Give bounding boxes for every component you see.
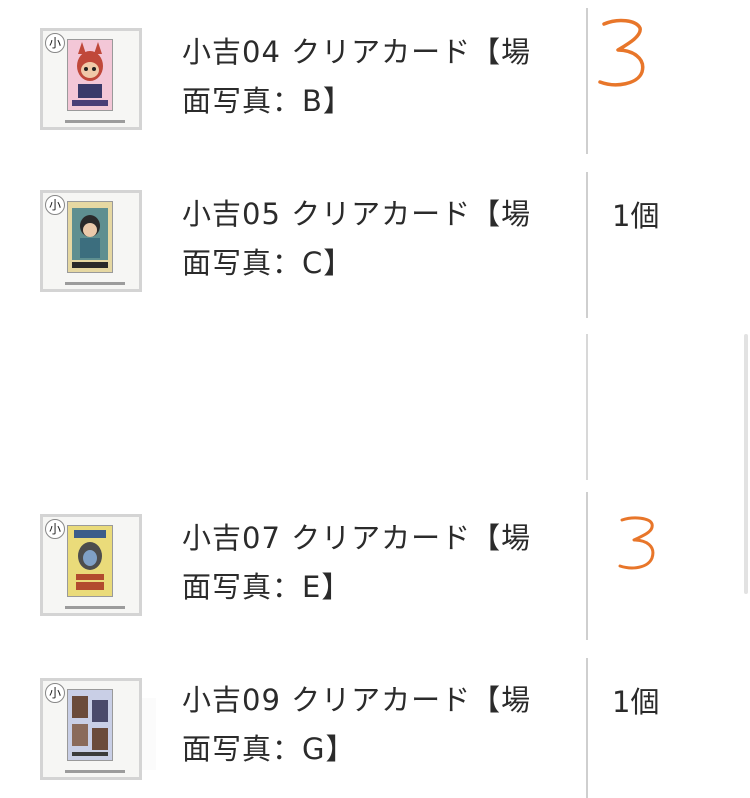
divider bbox=[586, 8, 588, 154]
product-thumbnail[interactable]: 小 bbox=[40, 678, 142, 780]
card-image bbox=[67, 39, 113, 111]
item-name: 小吉04 クリアカード【場 面写真：B】 bbox=[182, 28, 572, 126]
caption-strip bbox=[65, 120, 125, 123]
item-name: 小吉05 クリアカード【場 面写真：C】 bbox=[182, 190, 572, 288]
badge: 小 bbox=[45, 683, 65, 703]
item-name-line2: 面写真：C】 bbox=[182, 246, 354, 280]
list-item-faded bbox=[0, 330, 750, 770]
handwritten-three-icon bbox=[598, 18, 645, 87]
card-art-icon bbox=[68, 40, 112, 110]
item-quantity: 1個 bbox=[612, 685, 660, 719]
list-item[interactable]: 小 小吉09 クリアカード【場 面写真：G】 1個 bbox=[0, 654, 750, 798]
card-image bbox=[67, 525, 113, 597]
card-art-icon bbox=[68, 690, 112, 760]
badge: 小 bbox=[45, 519, 65, 539]
product-thumbnail[interactable]: 小 bbox=[40, 514, 142, 616]
item-name-line2: 面写真：E】 bbox=[182, 570, 352, 604]
item-quantity: 1個 bbox=[612, 199, 660, 233]
badge: 小 bbox=[45, 33, 65, 53]
divider bbox=[586, 334, 588, 480]
product-thumbnail[interactable]: 小 bbox=[40, 190, 142, 292]
list-item[interactable]: 小 小吉05 クリアカード【場 面写真：C】 1個 bbox=[0, 170, 750, 322]
card-art-icon bbox=[68, 526, 112, 596]
caption-strip bbox=[65, 282, 125, 285]
handwritten-three-icon bbox=[618, 516, 655, 570]
divider bbox=[586, 172, 588, 318]
item-name: 小吉09 クリアカード【場 面写真：G】 bbox=[182, 676, 572, 774]
caption-strip bbox=[65, 770, 125, 773]
item-name: 小吉07 クリアカード【場 面写真：E】 bbox=[182, 514, 572, 612]
badge: 小 bbox=[45, 195, 65, 215]
caption-strip bbox=[65, 606, 125, 609]
item-name-line2: 面写真：G】 bbox=[182, 732, 356, 766]
divider bbox=[586, 658, 588, 798]
item-name-line1: 小吉07 クリアカード【場 bbox=[182, 521, 532, 555]
list-item[interactable]: 小 小吉04 クリアカード【場 面写真：B】 bbox=[0, 0, 750, 162]
card-image bbox=[67, 689, 113, 761]
card-image bbox=[67, 201, 113, 273]
card-art-icon bbox=[68, 202, 112, 272]
handwritten-quantity bbox=[614, 514, 660, 574]
product-thumbnail[interactable]: 小 bbox=[40, 28, 142, 130]
item-name-line1: 小吉04 クリアカード【場 bbox=[182, 35, 532, 69]
list-item[interactable]: 小 小吉07 クリアカード【場 面写真：E】 bbox=[0, 492, 750, 644]
divider bbox=[586, 492, 588, 640]
item-name-line2: 面写真：B】 bbox=[182, 84, 353, 118]
item-name-line1: 小吉05 クリアカード【場 bbox=[182, 197, 532, 231]
handwritten-quantity bbox=[596, 16, 650, 90]
item-name-line1: 小吉09 クリアカード【場 bbox=[182, 683, 532, 717]
scrollbar[interactable] bbox=[744, 334, 748, 594]
